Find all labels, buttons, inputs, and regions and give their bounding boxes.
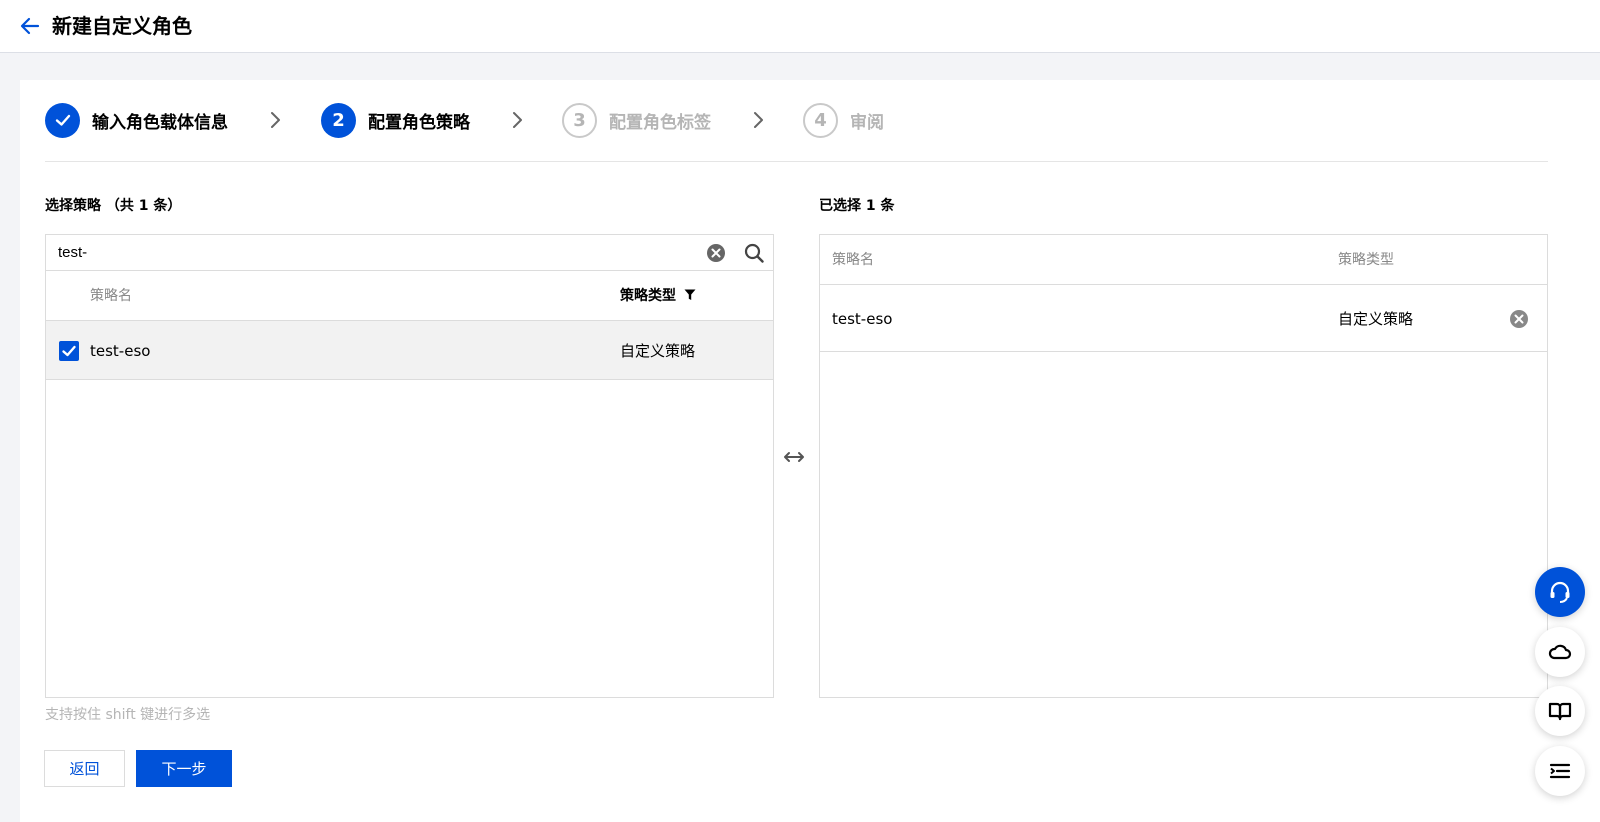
step-3-label: 配置角色标签 bbox=[609, 112, 711, 133]
policy-list-panel: 策略名 策略类型 test-eso 自定义策略 bbox=[45, 234, 774, 698]
book-icon bbox=[1548, 702, 1572, 721]
steps: 输入角色载体信息 2 配置角色策略 3 配置角色标签 4 审阅 bbox=[45, 102, 1565, 138]
column-policy-type[interactable]: 策略类型 bbox=[620, 287, 676, 305]
column-policy-name: 策略名 bbox=[90, 288, 132, 304]
main-card: 输入角色载体信息 2 配置角色策略 3 配置角色标签 4 审阅 选择策略 （共 … bbox=[20, 80, 1600, 822]
cloud-float-button[interactable] bbox=[1535, 627, 1585, 677]
support-float-button[interactable] bbox=[1535, 567, 1585, 617]
headset-icon bbox=[1550, 581, 1570, 603]
row-policy-name: test-eso bbox=[832, 310, 893, 328]
column-policy-type: 策略类型 bbox=[1338, 252, 1394, 268]
right-table-header: 策略名 策略类型 bbox=[820, 235, 1547, 285]
left-section-title: 选择策略 （共 1 条） bbox=[45, 198, 182, 214]
chevron-right-icon bbox=[271, 112, 280, 128]
steps-divider bbox=[45, 161, 1548, 162]
filter-icon[interactable] bbox=[684, 289, 696, 301]
search-bar bbox=[46, 235, 773, 271]
chevron-right-icon bbox=[513, 112, 522, 128]
cloud-icon bbox=[1548, 644, 1572, 660]
search-input[interactable] bbox=[46, 235, 696, 270]
check-icon bbox=[62, 345, 76, 357]
step-3: 3 配置角色标签 bbox=[562, 102, 711, 138]
transfer-icon bbox=[784, 452, 804, 462]
row-policy-type: 自定义策略 bbox=[620, 342, 696, 360]
step-1-check-icon bbox=[45, 102, 80, 138]
column-policy-name: 策略名 bbox=[832, 252, 874, 268]
right-section-title: 已选择 1 条 bbox=[819, 198, 895, 214]
step-2-number: 2 bbox=[321, 102, 356, 138]
chevron-right-icon bbox=[754, 112, 763, 128]
multiselect-hint: 支持按住 shift 键进行多选 bbox=[45, 707, 211, 723]
step-1: 输入角色载体信息 bbox=[45, 102, 228, 138]
selected-policy-panel: 策略名 策略类型 test-eso 自定义策略 bbox=[819, 234, 1548, 698]
back-arrow-icon[interactable] bbox=[18, 14, 42, 38]
step-4: 4 审阅 bbox=[803, 102, 884, 138]
list-icon bbox=[1549, 763, 1571, 779]
step-4-label: 审阅 bbox=[850, 112, 884, 133]
clear-icon[interactable] bbox=[706, 243, 726, 263]
step-2: 2 配置角色策略 bbox=[321, 102, 470, 138]
table-row: test-eso 自定义策略 bbox=[820, 285, 1547, 352]
next-button[interactable]: 下一步 bbox=[136, 750, 232, 787]
table-row[interactable]: test-eso 自定义策略 bbox=[46, 321, 773, 380]
top-bar: 新建自定义角色 bbox=[0, 0, 1600, 53]
row-policy-type: 自定义策略 bbox=[1338, 310, 1414, 328]
step-4-number: 4 bbox=[803, 102, 838, 138]
step-2-label: 配置角色策略 bbox=[368, 112, 470, 133]
row-checkbox[interactable] bbox=[59, 341, 79, 361]
docs-float-button[interactable] bbox=[1535, 686, 1585, 736]
remove-icon[interactable] bbox=[1509, 309, 1529, 329]
step-1-label: 输入角色载体信息 bbox=[92, 112, 228, 133]
left-table-header: 策略名 策略类型 bbox=[46, 271, 773, 321]
step-3-number: 3 bbox=[562, 102, 597, 138]
page-title: 新建自定义角色 bbox=[52, 14, 192, 38]
row-policy-name: test-eso bbox=[90, 342, 151, 360]
back-button[interactable]: 返回 bbox=[44, 750, 125, 787]
search-icon[interactable] bbox=[743, 242, 765, 264]
list-float-button[interactable] bbox=[1535, 746, 1585, 796]
